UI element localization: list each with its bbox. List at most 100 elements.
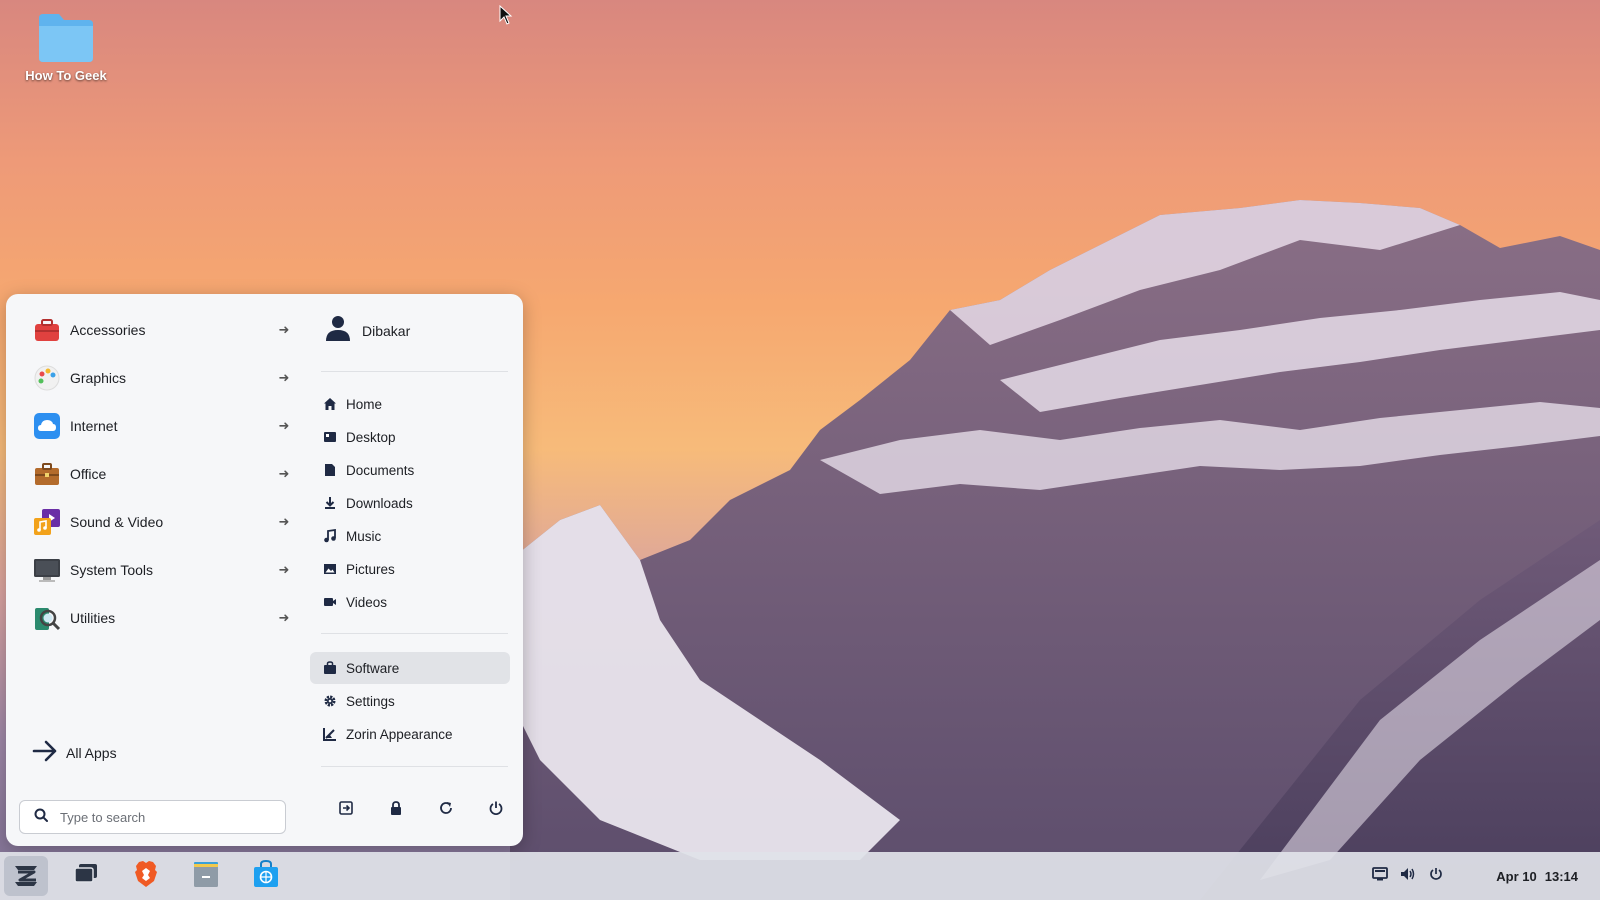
system-zorin-appearance[interactable]: Zorin Appearance <box>310 718 510 750</box>
volume-icon <box>1400 867 1416 886</box>
software-store-icon <box>251 859 281 894</box>
category-accessories[interactable]: Accessories ➜ <box>24 306 294 354</box>
all-apps-label: All Apps <box>66 745 117 761</box>
restart-icon <box>438 800 454 821</box>
brave-browser-icon <box>133 860 159 893</box>
place-downloads[interactable]: Downloads <box>310 487 510 519</box>
network-icon <box>1372 867 1388 886</box>
system-label: Zorin Appearance <box>346 727 453 742</box>
search-input[interactable] <box>60 810 260 825</box>
utilities-icon <box>32 603 62 633</box>
place-desktop[interactable]: Desktop <box>310 421 510 453</box>
place-pictures[interactable]: Pictures <box>310 553 510 585</box>
lock-icon <box>388 800 404 821</box>
clock-date: Apr 10 <box>1496 869 1536 884</box>
arrow-right-icon <box>32 740 58 767</box>
divider <box>321 633 508 634</box>
category-list: Accessories ➜ Graphics ➜ Internet ➜ Offi… <box>24 306 294 642</box>
clock-time: 13:14 <box>1545 869 1578 884</box>
appearance-icon <box>322 726 338 742</box>
power-off-button[interactable] <box>471 794 521 826</box>
place-label: Home <box>346 397 382 412</box>
document-icon <box>322 462 338 478</box>
graphics-palette-icon <box>32 363 62 393</box>
internet-cloud-icon <box>32 411 62 441</box>
system-tray <box>1366 852 1450 900</box>
category-label: Utilities <box>70 610 274 626</box>
place-label: Documents <box>346 463 414 478</box>
category-label: System Tools <box>70 562 274 578</box>
zorin-menu-button[interactable] <box>4 856 48 896</box>
place-label: Pictures <box>346 562 395 577</box>
system-label: Software <box>346 661 399 676</box>
place-home[interactable]: Home <box>310 388 510 420</box>
place-label: Downloads <box>346 496 413 511</box>
files-button[interactable] <box>184 856 228 896</box>
user-name: Dibakar <box>362 323 410 339</box>
power-menu-icon <box>1429 867 1443 886</box>
search-box[interactable] <box>19 800 286 834</box>
files-icon <box>191 859 221 894</box>
place-music[interactable]: Music <box>310 520 510 552</box>
office-briefcase-icon <box>32 459 62 489</box>
category-label: Graphics <box>70 370 274 386</box>
category-office[interactable]: Office ➜ <box>24 450 294 498</box>
software-bag-icon <box>322 660 338 676</box>
arrow-right-icon: ➜ <box>274 370 294 386</box>
volume-button[interactable] <box>1394 867 1422 886</box>
arrow-right-icon: ➜ <box>274 418 294 434</box>
arrow-right-icon: ➜ <box>274 322 294 338</box>
all-apps-button[interactable]: All Apps <box>32 738 117 768</box>
system-label: Settings <box>346 694 395 709</box>
sound-video-icon <box>32 507 62 537</box>
picture-icon <box>322 561 338 577</box>
place-label: Music <box>346 529 381 544</box>
desktop-folder-how-to-geek[interactable]: How To Geek <box>18 12 114 83</box>
category-label: Sound & Video <box>70 514 274 530</box>
taskbar: Apr 10 13:14 <box>0 852 1600 900</box>
category-graphics[interactable]: Graphics ➜ <box>24 354 294 402</box>
category-utilities[interactable]: Utilities ➜ <box>24 594 294 642</box>
system-settings[interactable]: Settings <box>310 685 510 717</box>
logout-icon <box>338 800 354 821</box>
zorin-menu-icon <box>11 859 41 894</box>
clock[interactable]: Apr 10 13:14 <box>1496 852 1578 900</box>
restart-button[interactable] <box>421 794 471 826</box>
accessories-icon <box>32 315 62 345</box>
arrow-right-icon: ➜ <box>274 466 294 482</box>
divider <box>321 371 508 372</box>
category-label: Internet <box>70 418 274 434</box>
category-internet[interactable]: Internet ➜ <box>24 402 294 450</box>
place-label: Desktop <box>346 430 396 445</box>
power-menu-button[interactable] <box>1422 867 1450 886</box>
video-icon <box>322 594 338 610</box>
place-videos[interactable]: Videos <box>310 586 510 618</box>
workspaces-button[interactable] <box>64 856 108 896</box>
logout-button[interactable] <box>321 794 371 826</box>
home-icon <box>322 396 338 412</box>
workspaces-icon <box>73 863 99 890</box>
category-system-tools[interactable]: System Tools ➜ <box>24 546 294 594</box>
session-actions <box>321 794 521 826</box>
arrow-right-icon: ➜ <box>274 562 294 578</box>
system-software[interactable]: Software <box>310 652 510 684</box>
network-button[interactable] <box>1366 867 1394 886</box>
mouse-cursor-icon <box>499 5 513 30</box>
category-sound-video[interactable]: Sound & Video ➜ <box>24 498 294 546</box>
user-account-button[interactable]: Dibakar <box>324 314 410 347</box>
desktop-icon-label: How To Geek <box>18 68 114 83</box>
category-label: Accessories <box>70 322 274 338</box>
place-documents[interactable]: Documents <box>310 454 510 486</box>
search-icon <box>34 808 48 827</box>
system-tools-monitor-icon <box>32 555 62 585</box>
arrow-right-icon: ➜ <box>274 514 294 530</box>
lock-button[interactable] <box>371 794 421 826</box>
folder-icon <box>37 12 95 64</box>
gear-icon <box>322 693 338 709</box>
download-icon <box>322 495 338 511</box>
brave-browser-button[interactable] <box>124 856 168 896</box>
divider <box>321 766 508 767</box>
user-avatar-icon <box>324 314 352 347</box>
software-store-button[interactable] <box>244 856 288 896</box>
desktop-icon <box>322 429 338 445</box>
